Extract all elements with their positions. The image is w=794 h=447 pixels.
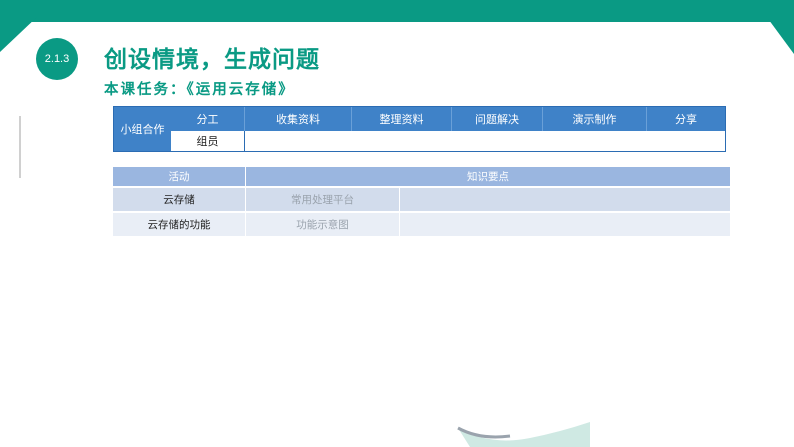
- table-row: 云存储 常用处理平台: [113, 186, 730, 211]
- header-cell: 演示制作: [543, 107, 647, 131]
- activity-table: 活动 知识要点 云存储 常用处理平台 云存储的功能 功能示意图: [113, 167, 730, 236]
- knowledge-point-cell: 常用处理平台: [246, 188, 400, 211]
- page-title: 创设情境，生成问题: [104, 47, 320, 73]
- extra-cell: [400, 188, 730, 211]
- top-band: [0, 0, 794, 22]
- header-cell: 分享: [675, 113, 697, 126]
- extra-cell: [400, 213, 730, 236]
- top-decoration-right: [766, 16, 794, 54]
- table-row: 云存储的功能 功能示意图: [113, 211, 730, 236]
- group-table-header: 分工 收集资料 整理资料 问题解决 演示制作 分享: [171, 107, 725, 131]
- side-marker: [19, 116, 21, 178]
- header-cell: 知识要点: [467, 171, 509, 183]
- knowledge-point-cell: 功能示意图: [246, 213, 400, 236]
- bottom-wave-decoration: [457, 422, 590, 447]
- header-cell: 收集资料: [245, 107, 352, 131]
- page-subtitle: 本课任务：《运用云存储》: [104, 82, 295, 98]
- activity-cell: 云存储: [113, 188, 246, 211]
- group-label: 小组合作: [114, 107, 171, 151]
- activity-table-header: 活动 知识要点: [113, 167, 730, 186]
- group-work-table: 小组合作 分工 收集资料 整理资料 问题解决 演示制作 分享 组员: [113, 106, 726, 152]
- top-decoration-left: [0, 16, 38, 52]
- section-number-badge: 2.1.3: [36, 38, 78, 80]
- group-member-row: 组员: [171, 131, 725, 151]
- header-cell: 问题解决: [452, 107, 543, 131]
- member-label: 组员: [171, 131, 245, 151]
- header-cell: 活动: [113, 167, 246, 186]
- header-cell: 分工: [171, 107, 245, 131]
- header-cell: 整理资料: [352, 107, 452, 131]
- activity-cell: 云存储的功能: [113, 213, 246, 236]
- member-input-cell[interactable]: [245, 131, 725, 151]
